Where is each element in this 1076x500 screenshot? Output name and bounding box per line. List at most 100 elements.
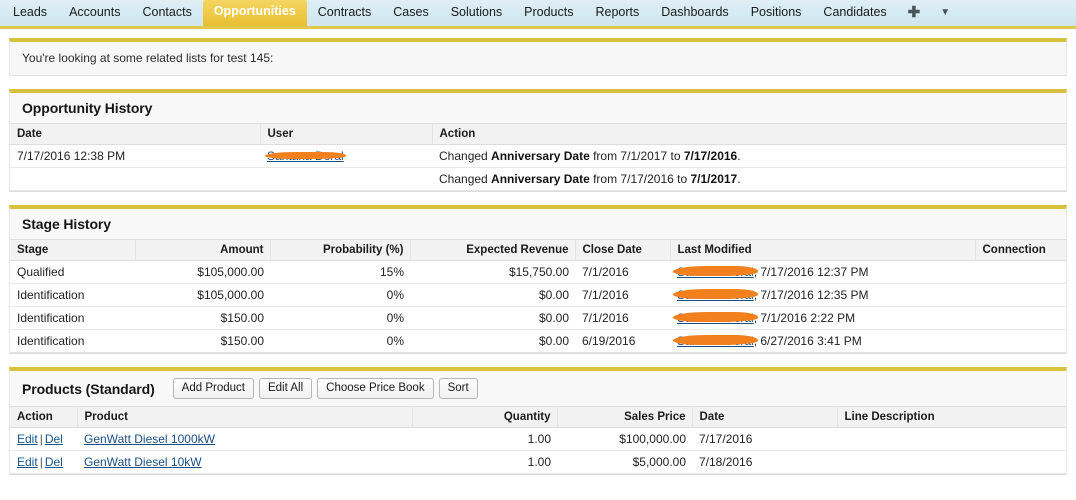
cell-amount: $105,000.00 bbox=[135, 283, 270, 307]
cell-product: GenWatt Diesel 1000kW bbox=[77, 427, 412, 451]
cell-close-date: 6/19/2016 bbox=[575, 329, 670, 352]
cell-expected-revenue: $0.00 bbox=[410, 306, 575, 330]
product-link[interactable]: GenWatt Diesel 1000kW bbox=[84, 432, 215, 446]
stage-history-title: Stage History bbox=[22, 216, 111, 232]
table-header-row: Date User Action bbox=[10, 123, 1066, 145]
plus-icon[interactable]: ✚ bbox=[898, 1, 931, 26]
cell-close-date: 7/1/2016 bbox=[575, 283, 670, 307]
cell-date: 7/17/2016 12:38 PM bbox=[10, 144, 260, 168]
redacted-user-link[interactable]: Santana Doral bbox=[673, 288, 758, 302]
redacted-user-link[interactable]: Santana Doral bbox=[265, 149, 346, 163]
cell-date: 7/17/2016 bbox=[692, 427, 837, 451]
last-modified-timestamp: , 7/17/2016 12:35 PM bbox=[753, 288, 869, 302]
table-row: Changed Anniversary Date from 7/17/2016 … bbox=[10, 167, 1066, 190]
cell-last-modified: Santana Doral, 7/17/2016 12:37 PM bbox=[670, 260, 975, 284]
action-field-name: Anniversary Date bbox=[491, 172, 590, 186]
tab-contacts[interactable]: Contacts bbox=[131, 0, 202, 26]
column-header-connection[interactable]: Connection bbox=[975, 239, 1066, 261]
delete-link[interactable]: Del bbox=[45, 455, 63, 469]
cell-action: Edit | Del bbox=[10, 427, 77, 451]
column-header-action: Action bbox=[10, 406, 78, 428]
tab-cases[interactable]: Cases bbox=[382, 0, 439, 26]
chevron-down-icon[interactable]: ▼ bbox=[930, 1, 960, 26]
cell-product: GenWatt Diesel 10kW bbox=[77, 450, 412, 473]
cell-line-description bbox=[837, 450, 1066, 473]
redacted-user-link[interactable]: Santana Doral bbox=[673, 311, 758, 325]
cell-connection bbox=[975, 329, 1066, 352]
cell-last-modified: Santana Doral, 6/27/2016 3:41 PM bbox=[670, 329, 975, 352]
tab-contracts[interactable]: Contracts bbox=[307, 0, 383, 26]
action-mid: from 7/17/2016 to bbox=[589, 172, 691, 186]
column-header-probability[interactable]: Probability (%) bbox=[270, 239, 411, 261]
cell-stage: Identification bbox=[10, 283, 135, 307]
last-modified-timestamp: , 6/27/2016 3:41 PM bbox=[753, 334, 862, 348]
edit-all-button[interactable]: Edit All bbox=[258, 378, 313, 399]
column-header-date[interactable]: Date bbox=[692, 406, 838, 428]
delete-link[interactable]: Del bbox=[45, 432, 63, 446]
cell-probability: 0% bbox=[270, 329, 410, 352]
sort-button[interactable]: Sort bbox=[438, 378, 478, 399]
tab-leads[interactable]: Leads bbox=[2, 0, 58, 26]
cell-action: Changed Anniversary Date from 7/17/2016 … bbox=[432, 167, 1066, 190]
products-header: Products (Standard) Add Product Edit All… bbox=[10, 371, 1066, 406]
related-lists-message: You're looking at some related lists for… bbox=[9, 38, 1067, 76]
action-prefix: Changed bbox=[439, 172, 492, 186]
choose-price-book-button[interactable]: Choose Price Book bbox=[317, 378, 434, 399]
message-text: You're looking at some related lists for… bbox=[22, 51, 274, 65]
tab-solutions[interactable]: Solutions bbox=[440, 0, 513, 26]
cell-quantity: 1.00 bbox=[412, 450, 557, 473]
cell-quantity: 1.00 bbox=[412, 427, 557, 451]
opportunity-history-table-wrap: Date User Action 7/17/2016 12:38 PM Sant… bbox=[10, 123, 1066, 191]
column-header-product[interactable]: Product bbox=[77, 406, 413, 428]
cell-amount: $150.00 bbox=[135, 329, 270, 352]
tab-candidates[interactable]: Candidates bbox=[812, 0, 897, 26]
tab-positions[interactable]: Positions bbox=[740, 0, 813, 26]
column-header-line-description[interactable]: Line Description bbox=[837, 406, 1066, 428]
tab-opportunities[interactable]: Opportunities bbox=[202, 0, 307, 26]
table-row: Edit | Del GenWatt Diesel 10kW 1.00 $5,000… bbox=[10, 450, 1066, 473]
column-header-quantity[interactable]: Quantity bbox=[412, 406, 558, 428]
cell-user: Santana Doral bbox=[260, 144, 432, 168]
opportunity-history-header: Opportunity History bbox=[10, 93, 1066, 123]
products-table-wrap: Action Product Quantity Sales Price Date… bbox=[10, 406, 1066, 474]
column-header-action[interactable]: Action bbox=[432, 123, 1066, 145]
stage-history-section: Stage History Stage Amount Probability (… bbox=[9, 205, 1067, 354]
column-header-amount[interactable]: Amount bbox=[135, 239, 271, 261]
cell-last-modified: Santana Doral, 7/17/2016 12:35 PM bbox=[670, 283, 975, 307]
column-header-user[interactable]: User bbox=[260, 123, 433, 145]
cell-connection bbox=[975, 283, 1066, 307]
tab-dashboards[interactable]: Dashboards bbox=[650, 0, 739, 26]
cell-connection bbox=[975, 260, 1066, 284]
redacted-user-link[interactable]: Santana Doral bbox=[673, 334, 758, 348]
tab-reports[interactable]: Reports bbox=[585, 0, 651, 26]
column-header-last-modified[interactable]: Last Modified bbox=[670, 239, 976, 261]
products-section: Products (Standard) Add Product Edit All… bbox=[9, 367, 1067, 475]
cell-stage: Identification bbox=[10, 329, 135, 352]
action-suffix: . bbox=[737, 149, 741, 163]
column-header-sales-price[interactable]: Sales Price bbox=[557, 406, 693, 428]
column-header-date[interactable]: Date bbox=[10, 123, 261, 145]
cell-close-date: 7/1/2016 bbox=[575, 260, 670, 284]
table-header-row: Stage Amount Probability (%) Expected Re… bbox=[10, 239, 1066, 261]
edit-link[interactable]: Edit bbox=[17, 432, 38, 446]
edit-link[interactable]: Edit bbox=[17, 455, 38, 469]
action-separator: | bbox=[39, 432, 43, 446]
action-separator: | bbox=[39, 455, 43, 469]
tab-accounts[interactable]: Accounts bbox=[58, 0, 131, 26]
opportunity-history-table: Date User Action 7/17/2016 12:38 PM Sant… bbox=[10, 123, 1066, 190]
add-product-button[interactable]: Add Product bbox=[172, 378, 254, 399]
cell-stage: Identification bbox=[10, 306, 135, 330]
cell-user bbox=[260, 167, 432, 190]
redacted-user-link[interactable]: Santana Doral bbox=[673, 265, 758, 279]
action-prefix: Changed bbox=[439, 149, 492, 163]
table-row: Identification $150.00 0% $0.00 6/19/201… bbox=[10, 329, 1066, 352]
cell-amount: $150.00 bbox=[135, 306, 270, 330]
action-mid: from 7/1/2017 to bbox=[589, 149, 684, 163]
column-header-stage[interactable]: Stage bbox=[10, 239, 136, 261]
column-header-close-date[interactable]: Close Date bbox=[575, 239, 671, 261]
table-row: Identification $150.00 0% $0.00 7/1/2016… bbox=[10, 306, 1066, 330]
cell-connection bbox=[975, 306, 1066, 330]
column-header-expected-revenue[interactable]: Expected Revenue bbox=[410, 239, 576, 261]
product-link[interactable]: GenWatt Diesel 10kW bbox=[84, 455, 202, 469]
tab-products[interactable]: Products bbox=[513, 0, 584, 26]
